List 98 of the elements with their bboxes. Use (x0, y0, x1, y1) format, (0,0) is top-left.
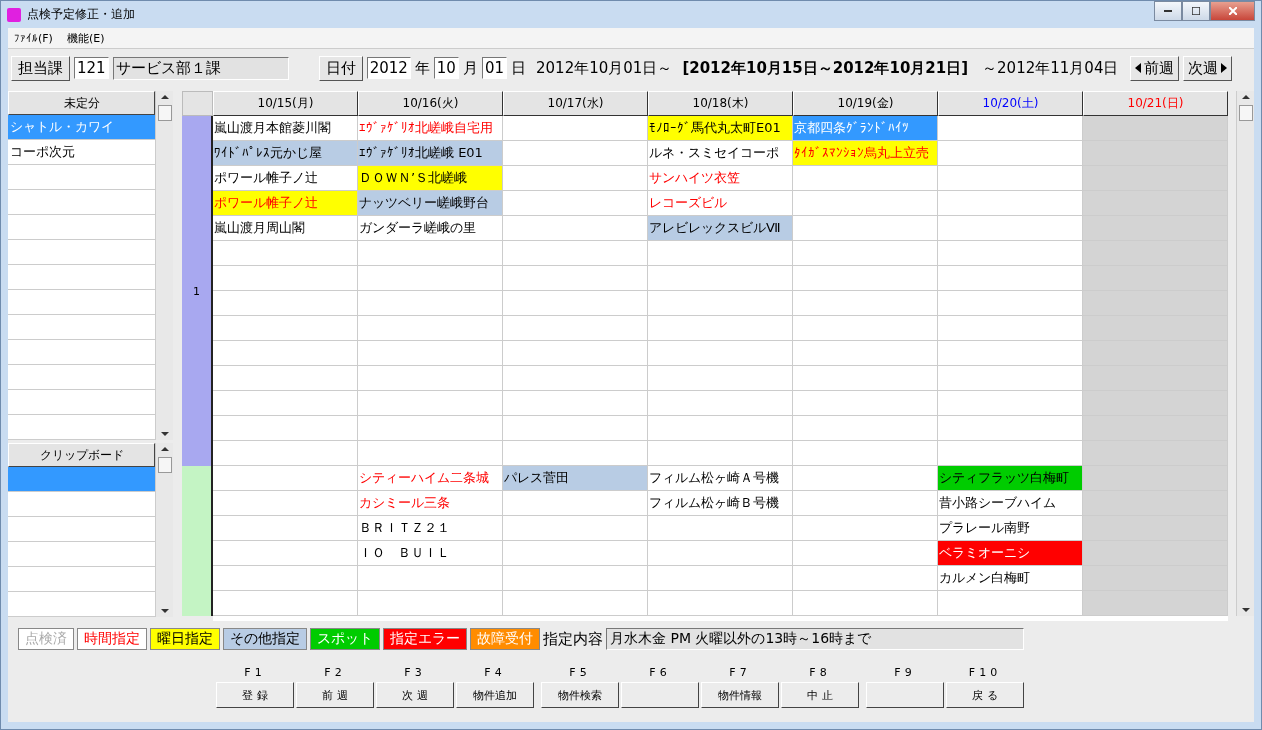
table-cell[interactable]: ｴｳﾞｧｹﾞﾘｵ北嵯峨 E01 (358, 141, 502, 165)
month-field[interactable]: 10 (433, 57, 459, 79)
table-cell[interactable]: ＢＲＩＴＺ２１ (358, 516, 502, 540)
day-header: 10/18(木) (648, 91, 793, 116)
table-cell[interactable]: フィルム松ヶ崎Ａ号機 (648, 466, 792, 490)
day-header: 10/16(火) (358, 91, 503, 116)
left-arrow-icon (1135, 63, 1142, 73)
department-button[interactable]: 担当課 (11, 55, 70, 81)
table-cell[interactable]: ベラミオーニシ (938, 541, 1082, 565)
table-cell[interactable]: ＤＯＷＮ’Ｓ北嵯峨 (358, 166, 502, 190)
day-field[interactable]: 01 (481, 57, 507, 79)
day-header: 10/20(土) (938, 91, 1083, 116)
minimize-icon (1164, 10, 1172, 12)
department-name-field: サービス部１課 (112, 56, 289, 80)
function-key-label: F10 (968, 666, 1002, 679)
column-header: クリップボード (8, 443, 155, 467)
date-button[interactable]: 日付 (318, 55, 363, 81)
table-cell[interactable]: ＩＯ ＢＵＩＬ (358, 541, 502, 565)
table-cell[interactable]: サンハイツ衣笠 (648, 166, 792, 190)
legend-item: 点検済 (18, 628, 74, 650)
current-week: [2012年10月15日～2012年10月21日] (682, 58, 969, 78)
corner-header (182, 91, 213, 116)
detail-label: 指定内容 (543, 629, 603, 649)
close-button[interactable] (1210, 1, 1255, 21)
table-cell[interactable]: カルメン白梅町 (938, 566, 1082, 590)
day-header: 10/19(金) (793, 91, 938, 116)
next-week-button[interactable]: 次週 (1183, 55, 1233, 81)
legend-item: 指定エラー (383, 628, 467, 650)
table-cell[interactable]: ポワール帷子ノ辻 (213, 166, 357, 190)
legend-item: 故障受付 (470, 628, 540, 650)
function-key-button[interactable]: 物件検索 (541, 682, 619, 708)
function-key-label: F4 (484, 666, 506, 679)
day-header: 10/15(月) (213, 91, 358, 116)
table-cell[interactable]: プラレール南野 (938, 516, 1082, 540)
table-cell[interactable]: ナッツベリー嵯峨野台 (358, 191, 502, 215)
table-cell[interactable]: アレビレックスビルⅦ (648, 216, 792, 240)
table-cell[interactable]: カシミール三条 (358, 491, 502, 515)
maximize-icon (1192, 7, 1200, 15)
function-key-button[interactable]: 登 録 (216, 682, 294, 708)
column-header: 未定分 (8, 91, 155, 115)
detail-field: 月水木金 PM 火曜以外の13時～16時まで (606, 628, 1024, 650)
group-marker: 1 (182, 116, 213, 466)
table-cell[interactable]: シティーハイム二条城 (358, 466, 502, 490)
table-cell[interactable]: パレス菅田 (503, 466, 647, 490)
function-key-button[interactable] (866, 682, 944, 708)
menu-item[interactable]: ﾌｧｲﾙ(F) (14, 31, 53, 45)
table-cell[interactable]: 嵐山渡月周山閣 (213, 216, 357, 240)
table-cell[interactable]: ルネ・スミセイコーポ (648, 141, 792, 165)
month-unit: 月 (462, 58, 478, 78)
scrollbar[interactable] (155, 91, 173, 440)
function-key-button[interactable]: 戻 る (946, 682, 1024, 708)
day-header: 10/21(日) (1083, 91, 1228, 116)
legend-item: 曜日指定 (150, 628, 220, 650)
table-cell[interactable]: 嵐山渡月本館菱川閣 (213, 116, 357, 140)
table-cell[interactable]: 昔小路シーブハイム (938, 491, 1082, 515)
day-header: 10/17(水) (503, 91, 648, 116)
legend-item: スポット (310, 628, 380, 650)
year-unit: 年 (414, 58, 430, 78)
minimize-button[interactable] (1154, 1, 1182, 21)
function-key-button[interactable]: 次 週 (376, 682, 454, 708)
right-arrow-icon (1221, 63, 1228, 73)
range-end: ～2012年11月04日 (982, 58, 1119, 78)
close-icon (1228, 7, 1237, 15)
window-title: 点検予定修正・追加 (27, 6, 135, 23)
table-cell[interactable]: ポワール帷子ノ辻 (213, 191, 357, 215)
year-field[interactable]: 2012 (366, 57, 411, 79)
scrollbar[interactable] (155, 443, 173, 617)
function-key-label: F7 (729, 666, 751, 679)
function-key-label: F8 (809, 666, 831, 679)
legend-item: その他指定 (223, 628, 307, 650)
range-start: 2012年10月01日～ (536, 58, 673, 78)
table-cell[interactable]: ガンダーラ嵯峨の里 (358, 216, 502, 240)
table-cell[interactable]: ﾀｲｶﾞｽﾏﾝｼｮﾝ烏丸上立売 (793, 141, 937, 165)
scrollbar[interactable] (1236, 91, 1254, 616)
menu-item[interactable]: 機能(E) (66, 30, 105, 46)
table-cell[interactable]: レコーズビル (648, 191, 792, 215)
table-cell[interactable]: ﾜｲﾄﾞﾊﾟﾚｽ元かじ屋 (213, 141, 357, 165)
function-key-label: F6 (649, 666, 671, 679)
table-cell[interactable]: ﾓﾉﾛｰｸﾞ馬代丸太町E01 (648, 116, 792, 140)
function-key-button[interactable] (621, 682, 699, 708)
function-key-button[interactable]: 物件追加 (456, 682, 534, 708)
function-key-label: F2 (324, 666, 346, 679)
table-cell[interactable]: ｴｳﾞｧｹﾞﾘｵ北嵯峨自宅用 (358, 116, 502, 140)
previous-week-button[interactable]: 前週 (1130, 55, 1180, 81)
day-unit: 日 (511, 58, 526, 78)
function-key-button[interactable]: 物件情報 (701, 682, 779, 708)
table-cell[interactable]: フィルム松ヶ崎Ｂ号機 (648, 491, 792, 515)
function-key-label: F3 (404, 666, 426, 679)
function-key-button[interactable]: 前 週 (296, 682, 374, 708)
function-key-label: F5 (569, 666, 591, 679)
legend-item: 時間指定 (77, 628, 147, 650)
table-cell[interactable]: シティフラッツ白梅町 (938, 466, 1082, 490)
function-key-label: F1 (244, 666, 266, 679)
app-icon (7, 7, 21, 22)
department-code-field[interactable]: 121 (74, 57, 109, 79)
maximize-button[interactable] (1182, 1, 1210, 21)
function-key-button[interactable]: 中 止 (781, 682, 859, 708)
function-key-label: F9 (894, 666, 916, 679)
